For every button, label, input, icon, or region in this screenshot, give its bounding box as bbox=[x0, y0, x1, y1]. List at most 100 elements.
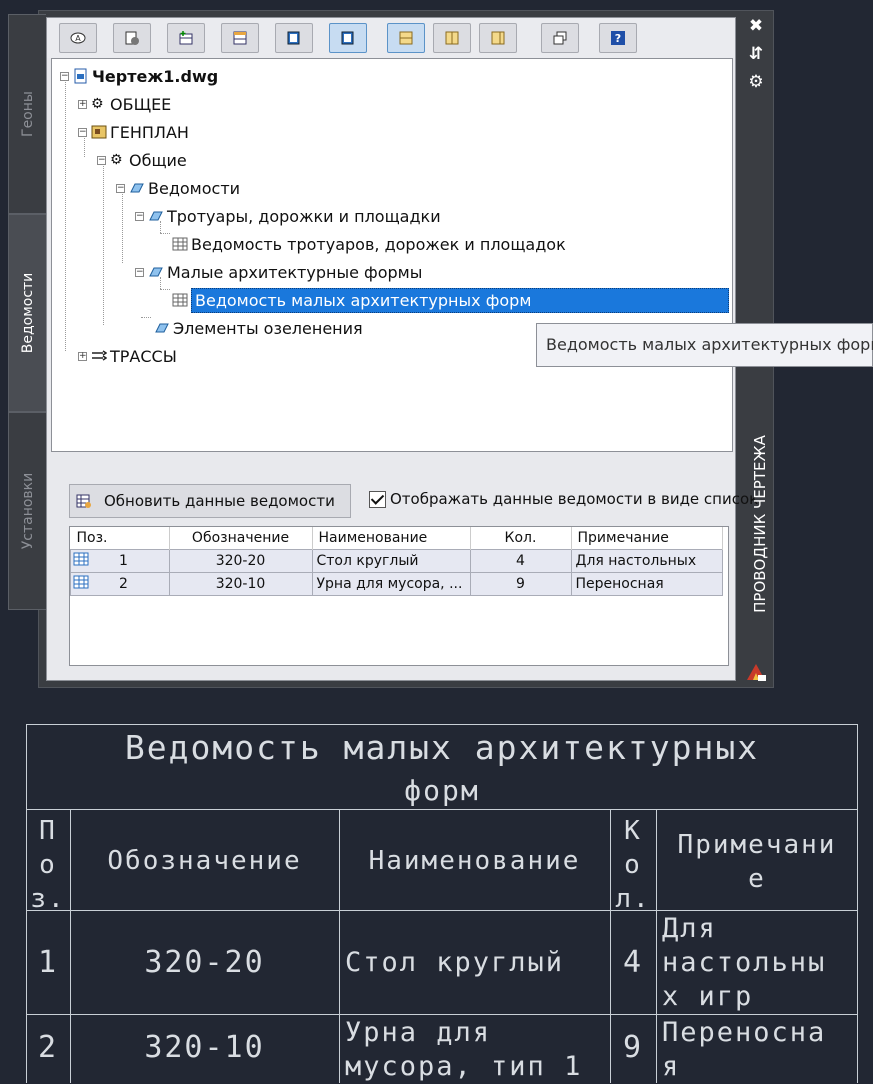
expand-icon[interactable]: + bbox=[78, 99, 87, 109]
add-page-button[interactable] bbox=[275, 23, 313, 53]
update-register-button[interactable]: Обновить данные ведомости bbox=[69, 484, 351, 518]
tree-registers-label: Ведомости bbox=[148, 178, 241, 198]
tree-root-label: Чертеж1.dwg bbox=[92, 66, 219, 86]
tree-small-forms-register-label: Ведомость малых архитектурных форм bbox=[191, 287, 729, 313]
cad-title-line1: Ведомость малых архитектурных bbox=[124, 728, 760, 767]
windows-icon bbox=[553, 31, 567, 45]
app-logo-icon bbox=[747, 664, 766, 681]
tree-node-general[interactable]: + ⚙ ОБЩЕЕ bbox=[78, 93, 171, 115]
tree-node-registers[interactable]: − Ведомости bbox=[116, 177, 240, 199]
grid-header-designation[interactable]: Обозначение bbox=[169, 527, 313, 550]
cad-head-pos-1: П bbox=[39, 816, 57, 846]
view-mode-button[interactable] bbox=[387, 23, 425, 53]
columns-button[interactable] bbox=[433, 23, 471, 53]
cad-row1-note-1: Для bbox=[662, 913, 717, 944]
cad-row2-pos: 2 bbox=[37, 1030, 59, 1065]
show-as-list-option[interactable]: Отображать данные ведомости в виде списо… bbox=[369, 490, 758, 508]
register-grid: Поз. Обозначение Наименование Кол. Приме… bbox=[69, 526, 729, 666]
table-icon bbox=[172, 237, 188, 251]
tab-settings-label: Установки bbox=[19, 472, 36, 550]
cad-row1-pos: 1 bbox=[37, 945, 59, 980]
gear-icon: ⚙ bbox=[91, 96, 104, 112]
collapse-icon[interactable]: − bbox=[78, 127, 87, 137]
collapse-icon[interactable]: − bbox=[135, 267, 144, 277]
tree-general-label: ОБЩЕЕ bbox=[110, 94, 172, 114]
table-row[interactable]: 2 320-10 Урна для мусора, ... 9 Переносн… bbox=[70, 572, 723, 596]
row-pos-cell: 2 bbox=[70, 572, 170, 596]
tree-paths-label: Тротуары, дорожки и площадки bbox=[167, 206, 441, 226]
tree-greenery-label: Элементы озеленения bbox=[173, 318, 363, 338]
row-name: Стол круглый bbox=[311, 549, 471, 573]
tree-node-genplan[interactable]: − ГЕНПЛАН bbox=[78, 121, 189, 143]
row-note: Для настольных bbox=[570, 549, 723, 573]
cad-head-qty-1: К bbox=[624, 816, 642, 846]
collapse-icon[interactable]: − bbox=[60, 71, 69, 81]
columns-alt-button[interactable] bbox=[479, 23, 517, 53]
cad-head-qty-3: л. bbox=[615, 884, 651, 914]
plan-icon bbox=[91, 125, 107, 139]
add-page-active-button[interactable] bbox=[329, 23, 367, 53]
grid-header-name[interactable]: Наименование bbox=[312, 527, 471, 550]
register-panel: Обновить данные ведомости Отображать дан… bbox=[51, 464, 758, 676]
cad-row2-name: Урна для мусора, тип 1 bbox=[339, 1016, 610, 1084]
row-qty: 4 bbox=[469, 549, 572, 573]
expand-icon[interactable]: + bbox=[78, 351, 87, 361]
cad-row1-designation: 320-20 bbox=[144, 945, 265, 980]
properties-icon[interactable]: ⚙ bbox=[742, 72, 770, 92]
show-as-list-checkbox[interactable] bbox=[369, 490, 386, 508]
tab-settings[interactable]: Установки bbox=[8, 412, 46, 610]
tree-node-small-forms[interactable]: − Малые архитектурные формы bbox=[135, 261, 422, 283]
cad-row1-qty: 4 bbox=[622, 945, 644, 980]
row-pos-cell: 1 bbox=[70, 549, 170, 573]
attribute-icon: A bbox=[70, 32, 86, 44]
help-icon: ? bbox=[611, 31, 625, 45]
autohide-icon[interactable]: ⇵ bbox=[742, 44, 770, 64]
gear-icon: ⚙ bbox=[110, 152, 123, 168]
grid-header-qty[interactable]: Кол. bbox=[470, 527, 572, 550]
edit-table-button[interactable] bbox=[221, 23, 259, 53]
tab-registers[interactable]: Ведомости bbox=[8, 214, 46, 412]
tree-node-routes[interactable]: + ТРАССЫ bbox=[78, 345, 177, 367]
view-mode-icon bbox=[399, 31, 413, 45]
tree-node-common[interactable]: − ⚙ Общие bbox=[97, 149, 187, 171]
collapse-icon[interactable]: − bbox=[135, 211, 144, 221]
tree-node-greenery[interactable]: Элементы озеленения bbox=[154, 317, 363, 339]
folder-icon bbox=[155, 323, 169, 333]
row-designation: 320-10 bbox=[168, 572, 313, 596]
grid-header-pos[interactable]: Поз. bbox=[70, 527, 170, 550]
cad-head-note-2: е bbox=[748, 864, 766, 894]
insert-table-icon bbox=[179, 31, 193, 45]
columns-alt-icon bbox=[491, 31, 505, 45]
palette-title: ПРОВОДНИК ЧЕРТЕЖА bbox=[749, 400, 771, 648]
close-icon[interactable]: ✖ bbox=[742, 16, 770, 36]
cad-row2-note: Переносна я bbox=[656, 1016, 858, 1084]
tree-node-paths[interactable]: − Тротуары, дорожки и площадки bbox=[135, 205, 441, 227]
tree-common-label: Общие bbox=[129, 150, 187, 170]
cad-head-pos-3: з. bbox=[30, 884, 66, 914]
grid-header-note[interactable]: Примечание bbox=[571, 527, 723, 550]
row-name: Урна для мусора, ... bbox=[311, 572, 471, 596]
tree-node-paths-register[interactable]: Ведомость тротуаров, дорожек и площадок bbox=[172, 233, 566, 255]
table-row[interactable]: 1 320-20 Стол круглый 4 Для настольных bbox=[70, 549, 723, 573]
settings-icon bbox=[125, 31, 139, 45]
tree-node-small-forms-register[interactable]: Ведомость малых архитектурных форм bbox=[172, 287, 729, 313]
row-pos: 2 bbox=[118, 576, 128, 592]
table-icon bbox=[172, 293, 188, 307]
attribute-button[interactable]: A bbox=[59, 23, 97, 53]
cad-row2-note-1: Переносна bbox=[662, 1017, 827, 1048]
windows-button[interactable] bbox=[541, 23, 579, 53]
collapse-icon[interactable]: − bbox=[116, 183, 125, 193]
collapse-icon[interactable]: − bbox=[97, 155, 106, 165]
row-qty: 9 bbox=[469, 572, 572, 596]
tree-node-root[interactable]: − Чертеж1.dwg bbox=[60, 65, 218, 87]
svg-text:A: A bbox=[75, 34, 81, 43]
folder-icon bbox=[149, 267, 163, 277]
help-button[interactable]: ? bbox=[599, 23, 637, 53]
add-page-icon bbox=[287, 31, 300, 45]
tab-geons[interactable]: Геоны bbox=[8, 14, 46, 214]
cad-head-qty-2: о bbox=[624, 850, 642, 880]
settings-button[interactable] bbox=[113, 23, 151, 53]
insert-table-button[interactable] bbox=[167, 23, 205, 53]
table-icon bbox=[73, 575, 89, 593]
tree-routes-label: ТРАССЫ bbox=[110, 346, 177, 366]
